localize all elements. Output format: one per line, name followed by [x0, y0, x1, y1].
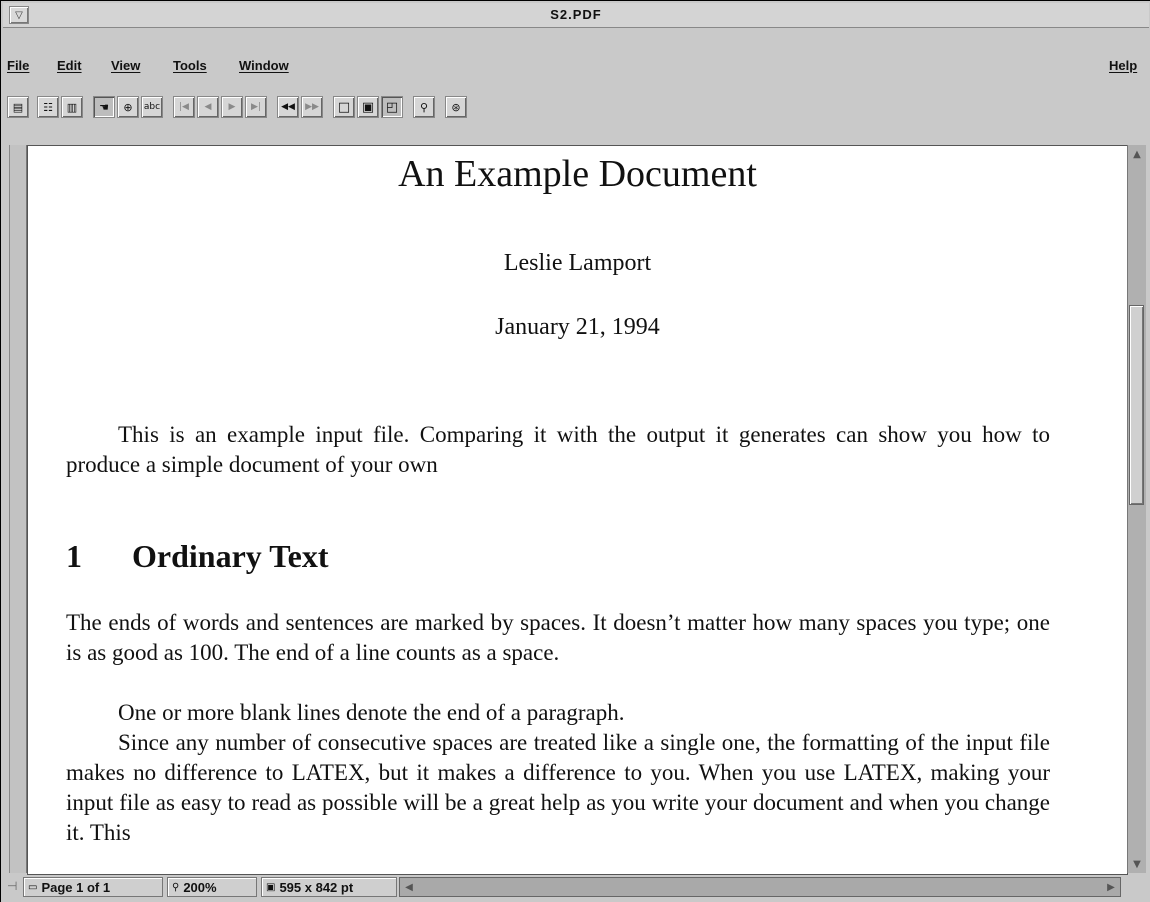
thumbnails-view-icon[interactable]: ▥: [61, 96, 83, 118]
actual-size-icon[interactable]: □: [333, 96, 355, 118]
document-author: Leslie Lamport: [503, 250, 652, 276]
menu-bar: File Edit View Tools Window Help: [3, 51, 1149, 87]
zoom-indicator-text: 200%: [183, 879, 217, 895]
first-page-icon[interactable]: |◀: [173, 96, 195, 118]
scroll-up-icon[interactable]: ▲: [1130, 147, 1144, 161]
resize-grip-icon[interactable]: ⊣: [7, 879, 17, 895]
scroll-down-icon[interactable]: ▼: [1130, 857, 1144, 871]
last-page-icon[interactable]: ▶|: [245, 96, 267, 118]
menu-window[interactable]: Window: [239, 58, 289, 73]
scroll-left-icon[interactable]: ◀: [402, 880, 416, 894]
fit-width-icon[interactable]: ◰: [381, 96, 403, 118]
vertical-scrollbar[interactable]: ▲ ▼: [1127, 145, 1146, 873]
page-indicator[interactable]: ▭ Page 1 of 1: [23, 877, 163, 897]
acrobat-logo-icon[interactable]: ⊛: [445, 96, 467, 118]
title-bar: ▽ S2.PDF: [3, 3, 1149, 28]
page-size-indicator[interactable]: ▣ 595 x 842 pt: [261, 877, 397, 897]
document-title: An Example Document: [398, 153, 757, 195]
section-heading: 1 Ordinary Text: [66, 538, 328, 575]
magnifier-icon: ⚲: [172, 881, 180, 893]
horizontal-scrollbar[interactable]: ◀ ▶: [399, 877, 1121, 897]
menu-tools[interactable]: Tools: [173, 58, 207, 73]
menu-view[interactable]: View: [111, 58, 140, 73]
body-paragraph-1: The ends of words and sentences are mark…: [66, 610, 1050, 665]
page-indicator-text: Page 1 of 1: [41, 879, 111, 895]
text-select-icon[interactable]: abc: [141, 96, 163, 118]
menu-edit[interactable]: Edit: [57, 58, 82, 73]
document-date: January 21, 1994: [495, 314, 660, 340]
pdf-viewer-window: ▽ S2.PDF File Edit View Tools Window Hel…: [0, 0, 1150, 902]
vertical-scroll-thumb[interactable]: [1129, 305, 1144, 505]
go-forward-icon[interactable]: ▶▶: [301, 96, 323, 118]
bookmarks-view-icon[interactable]: ☷: [37, 96, 59, 118]
page-size-icon: ▣: [266, 881, 276, 893]
page-only-view-icon[interactable]: ▤: [7, 96, 29, 118]
document-view[interactable]: An Example Document Leslie Lamport Janua…: [27, 145, 1128, 875]
window-title: S2.PDF: [550, 7, 602, 22]
menu-file[interactable]: File: [7, 58, 29, 73]
go-back-icon[interactable]: ◀◀: [277, 96, 299, 118]
body-paragraph-2: One or more blank lines denote the end o…: [118, 700, 625, 725]
zoom-in-icon[interactable]: ⊕: [117, 96, 139, 118]
abstract-paragraph: This is an example input file. Comparing…: [66, 422, 1050, 477]
next-page-icon[interactable]: ▶: [221, 96, 243, 118]
hand-tool-icon[interactable]: ☚: [93, 96, 115, 118]
page-icon: ▭: [28, 881, 38, 893]
section-number: 1: [66, 538, 82, 574]
fit-page-icon[interactable]: ▣: [357, 96, 379, 118]
bookmark-pane-splitter[interactable]: [9, 145, 27, 873]
body-paragraph-3: Since any number of consecutive spaces a…: [66, 730, 1050, 845]
status-bar: ⊣ ▭ Page 1 of 1 ⚲ 200% ▣ 595 x 842 pt ◀ ▶: [3, 875, 1149, 901]
scroll-right-icon[interactable]: ▶: [1104, 880, 1118, 894]
section-title: Ordinary Text: [132, 538, 329, 574]
page-size-text: 595 x 842 pt: [279, 879, 354, 895]
menu-help[interactable]: Help: [1109, 58, 1137, 73]
find-binoculars-icon[interactable]: ⚲: [413, 96, 435, 118]
previous-page-icon[interactable]: ◀: [197, 96, 219, 118]
toolbar: ▤ ☷ ▥ ☚ ⊕ abc |◀ ◀ ▶ ▶| ◀◀ ▶▶ □ ▣ ◰ ⚲ ⊛: [3, 93, 1149, 127]
zoom-indicator[interactable]: ⚲ 200%: [167, 877, 257, 897]
